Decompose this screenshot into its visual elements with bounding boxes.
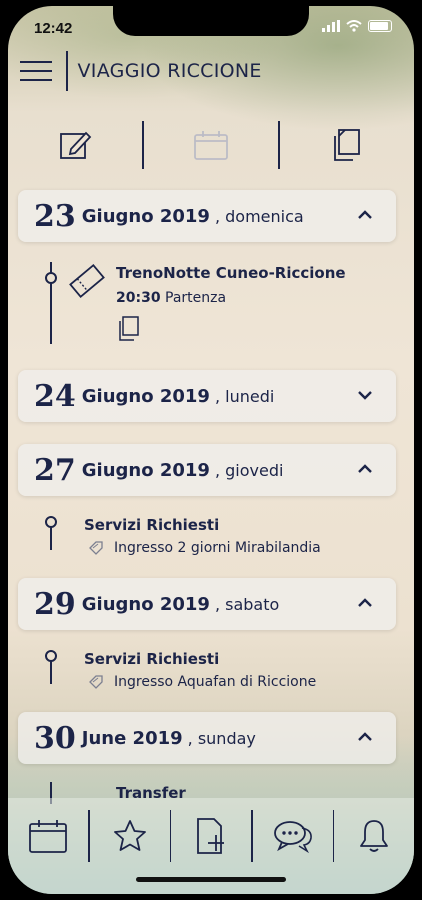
chevron-up-icon[interactable]	[356, 594, 374, 612]
status-time: 12:42	[34, 20, 73, 37]
day-weekday: , giovedi	[214, 460, 284, 480]
day-weekday: , sunday	[187, 728, 256, 748]
app-header: VIAGGIO RICCIONE	[8, 40, 414, 102]
toolbar	[8, 118, 414, 172]
calendar-button[interactable]	[144, 118, 278, 172]
day-weekday: , sabato	[214, 594, 280, 614]
bell-icon	[360, 820, 388, 852]
menu-icon-line	[20, 70, 52, 72]
chat-icon	[273, 821, 312, 854]
tab-messages[interactable]	[253, 810, 333, 862]
event-title: Servizi Richiesti	[84, 650, 220, 668]
event-title: Servizi Richiesti	[84, 516, 220, 534]
tab-add-document[interactable]	[171, 810, 251, 862]
home-indicator	[136, 877, 286, 882]
header-divider	[66, 51, 68, 91]
menu-button[interactable]	[14, 51, 62, 91]
day-number: 24	[34, 378, 76, 414]
day-header[interactable]: 29 Giugno 2019 , sabato	[18, 578, 396, 630]
tag-icon	[89, 541, 103, 555]
chevron-up-icon[interactable]	[356, 460, 374, 478]
signal-icon	[322, 20, 340, 32]
notch	[113, 6, 309, 36]
tab-favorites[interactable]	[90, 810, 170, 862]
calendar-icon	[194, 131, 228, 160]
day-month: Giugno 2019	[81, 205, 210, 227]
day-month: Giugno 2019	[81, 459, 210, 481]
day-header[interactable]: 30 June 2019 , sunday	[18, 712, 396, 764]
event-item[interactable]: TrenoNotte Cuneo-Riccione 20:30 Partenza	[8, 258, 414, 348]
timeline-dot	[45, 272, 57, 284]
event-item[interactable]: Servizi Richiesti Ingresso 2 giorni Mira…	[8, 510, 414, 570]
day-month: Giugno 2019	[81, 593, 210, 615]
star-icon	[113, 820, 146, 851]
day-month: June 2019	[81, 727, 183, 749]
battery-icon	[368, 20, 392, 32]
chevron-down-icon[interactable]	[356, 386, 374, 404]
day-weekday: , lunedi	[214, 386, 275, 406]
add-document-icon	[197, 818, 224, 854]
phone-frame: 12:42 VIAGGIO RICCIONE 23 Giugno 2019 , …	[0, 0, 422, 900]
menu-icon-line	[20, 79, 52, 81]
status-icons	[322, 20, 392, 32]
day-number: 23	[34, 198, 76, 234]
tab-notifications[interactable]	[334, 810, 414, 862]
tab-calendar[interactable]	[8, 810, 88, 862]
day-month: Giugno 2019	[81, 385, 210, 407]
app-screen: 12:42 VIAGGIO RICCIONE 23 Giugno 2019 , …	[8, 6, 414, 894]
day-number: 27	[34, 452, 76, 488]
chevron-up-icon[interactable]	[356, 728, 374, 746]
page-title: VIAGGIO RICCIONE	[77, 60, 262, 82]
day-header[interactable]: 27 Giugno 2019 , giovedi	[18, 444, 396, 496]
tag-icon	[89, 675, 103, 689]
day-number: 29	[34, 586, 76, 622]
chevron-up-icon[interactable]	[356, 206, 374, 224]
event-time: 20:30	[116, 290, 161, 306]
timeline-dot	[45, 516, 57, 528]
documents-button[interactable]	[280, 118, 414, 172]
menu-icon-line	[20, 61, 52, 63]
event-title: TrenoNotte Cuneo-Riccione	[116, 264, 346, 282]
edit-button[interactable]	[8, 118, 142, 172]
event-subtitle: Ingresso 2 giorni Mirabilandia	[114, 540, 321, 556]
timeline-dot	[45, 650, 57, 662]
edit-icon	[60, 131, 92, 159]
wifi-icon	[346, 20, 362, 32]
document-icon	[333, 129, 360, 161]
event-status: Partenza	[165, 290, 227, 306]
event-subtitle: Ingresso Aquafan di Riccione	[114, 674, 317, 690]
day-header[interactable]: 24 Giugno 2019 , lunedi	[18, 370, 396, 422]
ticket-icon	[69, 263, 105, 299]
event-item[interactable]: Servizi Richiesti Ingresso Aquafan di Ri…	[8, 644, 414, 704]
day-header[interactable]: 23 Giugno 2019 , domenica	[18, 190, 396, 242]
day-weekday: , domenica	[214, 206, 304, 226]
document-icon[interactable]	[118, 316, 140, 342]
tab-bar	[8, 798, 414, 894]
event-subtitle: 20:30 Partenza	[116, 290, 226, 306]
day-number: 30	[34, 720, 76, 756]
calendar-icon	[29, 820, 67, 853]
